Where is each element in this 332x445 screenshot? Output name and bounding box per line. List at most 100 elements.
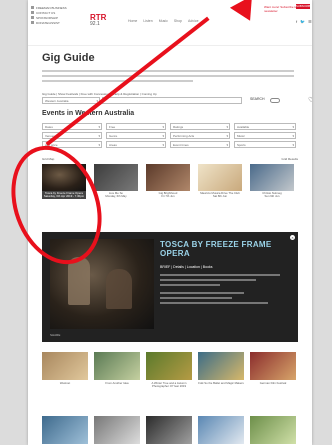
featured-event-tabs[interactable]: BRIEF | Details | Location | Books xyxy=(160,265,213,269)
chevron-down-icon: ▾ xyxy=(98,125,100,129)
nav-item-advice[interactable]: Advice xyxy=(188,19,199,23)
featured-event-title[interactable]: TOSCA BY FREEZE FRAME OPERA xyxy=(160,240,298,258)
filter-value: Available xyxy=(237,125,250,129)
bullet-icon xyxy=(31,6,34,9)
filter-value: Music xyxy=(237,134,245,138)
event-card[interactable] xyxy=(250,416,296,444)
text-line xyxy=(42,70,294,72)
close-icon[interactable]: × xyxy=(290,235,295,240)
filter-value: Dates xyxy=(45,125,53,129)
filter-tabs[interactable]: Gig Guide | Show Festivals | Free with C… xyxy=(42,92,157,96)
chevron-down-icon: ▾ xyxy=(98,143,100,147)
event-image xyxy=(42,416,88,444)
event-title: Folk So the Ballet and Magic Makers xyxy=(198,381,244,385)
event-card[interactable]: Westnet xyxy=(42,352,88,385)
page-title: Gig Guide xyxy=(42,52,95,64)
keyword-input[interactable] xyxy=(102,97,242,104)
filter-value: Free xyxy=(109,125,116,129)
event-card[interactable]: From Another Idea xyxy=(94,352,140,385)
filter-select[interactable]: Available ▾ xyxy=(234,123,296,130)
nav-item-listen[interactable]: Listen xyxy=(143,19,152,23)
event-card[interactable]: Christo Nutmeg Sun 9th Jun xyxy=(250,164,294,199)
chevron-down-icon: ▾ xyxy=(98,134,100,138)
side-link-label: SPONSORSHIP xyxy=(36,15,59,20)
event-card[interactable]: A Winter Tree and a Autumn Photographer … xyxy=(146,352,192,388)
side-link[interactable]: DONATE/ASSIST xyxy=(31,20,67,25)
featured-event-details xyxy=(160,274,280,307)
region-select-value: Western Australia xyxy=(45,99,69,103)
event-card[interactable]: Gig Brighthood Fri 7th Jun xyxy=(146,164,190,199)
event-card[interactable]: Folk So the Ballet and Magic Makers xyxy=(198,352,244,385)
event-card[interactable]: Live Me So Monday, 6th May xyxy=(94,164,138,199)
text-line xyxy=(42,80,194,82)
text-line xyxy=(160,284,220,286)
filter-select[interactable]: Areas ▾ xyxy=(106,141,166,148)
filter-value: Sports xyxy=(237,143,246,147)
heart-icon[interactable]: ♡ xyxy=(308,96,312,104)
filter-grid: Dates ▾ Free ▾ Ratings ▾ Available ▾ Venues ▾… xyxy=(42,123,298,150)
event-card[interactable]: Mauricio Musica Drive The Club Sat 8th Ju… xyxy=(198,164,242,199)
event-image xyxy=(250,164,294,191)
event-image xyxy=(198,164,242,191)
event-date: Sun 9th Jun xyxy=(264,194,280,198)
filter-row: Venues ▾ Genre ▾ Performing Acts ▾ Music ▾ xyxy=(42,132,298,141)
nav-item-shop[interactable]: Shop xyxy=(174,19,182,23)
filter-select[interactable]: Sports ▾ xyxy=(234,141,296,148)
event-card[interactable] xyxy=(94,416,140,444)
menu-icon[interactable]: ☰ xyxy=(308,19,312,24)
side-link[interactable]: FREEMAN BUSINESS xyxy=(31,5,67,10)
filter-select[interactable]: Event times ▾ xyxy=(170,141,230,148)
event-image xyxy=(250,352,296,380)
facebook-icon[interactable]: f xyxy=(296,19,297,24)
event-date: Monday, 6th May xyxy=(105,194,127,198)
view-toggle[interactable] xyxy=(270,98,280,103)
top-side-links: FREEMAN BUSINESS CONTACT US SPONSORSHIP … xyxy=(31,5,67,25)
event-title: Westnet xyxy=(59,381,71,385)
chevron-down-icon: ▾ xyxy=(162,143,164,147)
event-card[interactable]: German Film Festival xyxy=(250,352,296,385)
subscribe-button[interactable]: SUBSCRIBE xyxy=(296,4,312,9)
event-card[interactable] xyxy=(42,416,88,444)
chevron-down-icon: ▾ xyxy=(292,125,294,129)
filter-select[interactable]: Music ▾ xyxy=(234,132,296,139)
intro-text xyxy=(42,70,294,85)
share-button[interactable]: SHARE xyxy=(50,333,60,337)
search-row: Western Australia▾ SEARCH xyxy=(42,97,298,105)
event-card[interactable] xyxy=(146,416,192,444)
event-image xyxy=(94,352,140,380)
chevron-down-icon: ▾ xyxy=(292,143,294,147)
filter-select[interactable]: Performing Acts ▾ xyxy=(170,132,230,139)
search-button[interactable]: SEARCH xyxy=(250,97,265,101)
nav-item-home[interactable]: Home xyxy=(128,19,137,23)
filter-row: Dates ▾ Free ▾ Ratings ▾ Available ▾ xyxy=(42,123,298,132)
filter-select[interactable]: Free ▾ xyxy=(106,123,166,130)
chevron-down-icon: ▾ xyxy=(226,125,228,129)
bullet-icon xyxy=(31,16,34,19)
filter-select[interactable]: Genre ▾ xyxy=(106,132,166,139)
bullet-icon xyxy=(31,11,34,14)
performer-shape xyxy=(106,269,132,309)
event-caption: Mauricio Musica Drive The Club Sat 8th Ju… xyxy=(198,191,242,199)
chevron-down-icon: ▾ xyxy=(162,134,164,138)
text-line xyxy=(160,292,244,294)
filter-select[interactable]: Ratings ▾ xyxy=(170,123,230,130)
filter-value: Areas xyxy=(109,143,117,147)
nav-item-music[interactable]: Music xyxy=(159,19,168,23)
results-link[interactable]: Grid Results xyxy=(281,157,298,161)
region-select[interactable]: Western Australia▾ xyxy=(42,97,100,104)
logo-frequency: 92.1 xyxy=(90,21,100,27)
filter-value: Genre xyxy=(109,134,118,138)
text-line xyxy=(160,274,280,276)
chevron-down-icon: ▾ xyxy=(292,134,294,138)
event-title: From Another Idea xyxy=(105,381,129,385)
event-image xyxy=(146,416,192,444)
twitter-icon[interactable]: 🐦 xyxy=(300,19,305,24)
event-image xyxy=(198,352,244,380)
event-date: Sat 8th Jun xyxy=(212,194,228,198)
event-caption: Christo Nutmeg Sun 9th Jun xyxy=(250,191,294,199)
event-card[interactable] xyxy=(198,416,244,444)
main-nav: Home Listen Music Shop Advice xyxy=(128,19,199,23)
rtr-logo[interactable]: RTR 92.1 xyxy=(90,14,116,30)
text-line xyxy=(160,302,268,304)
side-link-label: DONATE/ASSIST xyxy=(36,20,60,25)
